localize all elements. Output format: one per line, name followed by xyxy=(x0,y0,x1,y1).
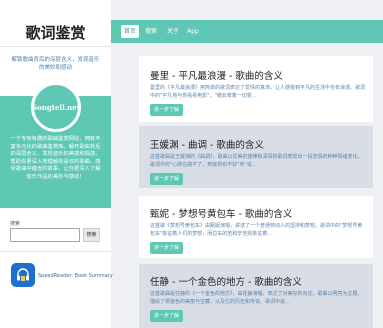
divider xyxy=(0,46,111,47)
card-excerpt: 这首歌曲是任静的《一个金色的地方》，由任静演唱，表达了对美好的向往。歌曲以明亮为… xyxy=(150,291,363,305)
song-card: 甄妮 - 梦想号黄包车 - 歌曲的含义 这首歌《梦想号黄包车》由甄妮演唱，讲述了… xyxy=(139,196,373,258)
card-title[interactable]: 王媛渊 - 曲调 - 歌曲的含义 xyxy=(150,137,264,151)
site-logo[interactable]: Songtell.net xyxy=(31,82,81,132)
nav-search[interactable]: 搜索 xyxy=(143,25,159,38)
read-more-button[interactable]: 进一步了解 xyxy=(150,242,183,254)
logo-text: Songtell.net xyxy=(32,102,80,112)
search-button[interactable]: 搜索 xyxy=(83,228,100,242)
card-excerpt: 曼里的《平凡最浪漫》用简单的歌词表达了爱情的真谛，让人感受到平凡的生活中也有浪漫… xyxy=(150,85,366,99)
site-tagline: 解锁歌曲背后的深层含义，发现音乐的美妙和感动 xyxy=(11,57,100,71)
nav-about[interactable]: 关于 xyxy=(165,25,181,38)
song-card: 王媛渊 - 曲调 - 歌曲的含义 这首歌曲是王媛渊的《曲调》，歌曲以优美的旋律和… xyxy=(139,126,373,188)
top-nav: 首页 搜索 关于 App xyxy=(111,20,383,43)
read-more-button[interactable]: 进一步了解 xyxy=(150,173,183,185)
read-more-button[interactable]: 进一步了解 xyxy=(150,104,183,116)
card-title[interactable]: 任静 - 一个金色的地方 - 歌曲的含义 xyxy=(150,274,302,288)
search-label: 搜索 xyxy=(10,221,21,227)
about-text: 一个专有有趣的歌曲鉴赏网站，拥有丰富多元化的歌曲鉴赏库。解开歌曲背后的深层含义，… xyxy=(10,136,101,180)
card-title[interactable]: 甄妮 - 梦想号黄包车 - 歌曲的含义 xyxy=(150,206,292,220)
search-input[interactable] xyxy=(10,228,80,242)
song-card: 任静 - 一个金色的地方 - 歌曲的含义 这首歌曲是任静的《一个金色的地方》，由… xyxy=(139,264,373,328)
app-link-label[interactable]: SpeedReader: Book Summary xyxy=(38,273,113,279)
card-excerpt: 这首歌曲是王媛渊的《曲调》，歌曲以优美的旋律和深情的歌词表现出一段恋情的种种情绪… xyxy=(150,154,363,168)
song-card: 曼里 - 平凡最浪漫 - 歌曲的含义 曼里的《平凡最浪漫》用简单的歌词表达了爱情… xyxy=(139,56,373,122)
card-title[interactable]: 曼里 - 平凡最浪漫 - 歌曲的含义 xyxy=(150,68,283,82)
nav-home[interactable]: 首页 xyxy=(121,25,139,38)
nav-app[interactable]: App xyxy=(186,25,200,38)
sidebar: 歌词鉴赏 解锁歌曲背后的深层含义，发现音乐的美妙和感动 Songtell.net… xyxy=(0,0,113,328)
card-excerpt: 这首歌《梦想号黄包车》由甄妮演唱，讲述了一个普通劳动人的坚持和梦想。歌词中的"梦… xyxy=(150,223,363,237)
read-more-button[interactable]: 进一步了解 xyxy=(150,310,183,322)
site-title[interactable]: 歌词鉴赏 xyxy=(0,22,111,43)
headphones-book-icon[interactable] xyxy=(11,263,35,287)
divider xyxy=(0,251,111,252)
